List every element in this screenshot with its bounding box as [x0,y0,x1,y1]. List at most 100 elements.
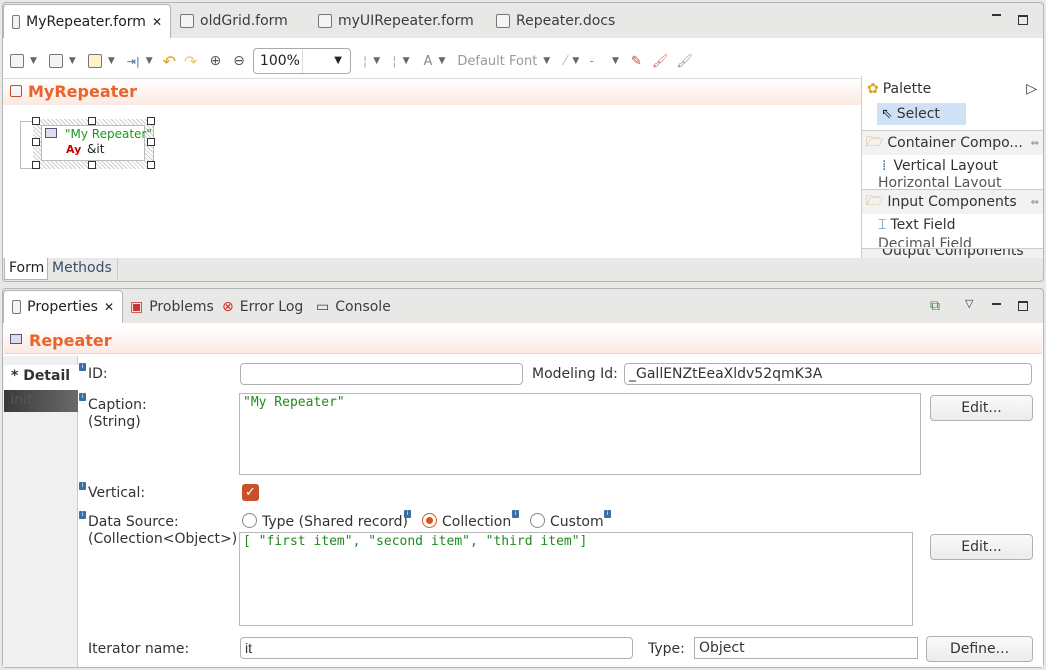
chevron-down-icon[interactable]: ▼ [69,56,76,66]
view-menu-icon[interactable]: ▽ [965,297,973,310]
palette-title: Palette [882,81,932,97]
zoom-out-icon[interactable]: ⊖ [233,53,245,69]
vertical-checkbox[interactable]: ✓ [242,484,259,501]
font-color-icon[interactable]: A [424,54,433,69]
palette-group-input[interactable]: 🗁 Input Components ⇔ [862,190,1043,214]
eyedropper-icon[interactable]: ✎ [631,54,642,69]
data-source-edit-button[interactable]: Edit... [930,534,1033,560]
border-icon[interactable]: ¦ [392,54,396,69]
editor-bottom-tab-methods[interactable]: Methods [48,258,118,280]
editor-bottom-tab-form[interactable]: Form [4,258,48,280]
item-label: Decimal Field [878,236,972,247]
zoom-combo[interactable]: 100% ▼ [252,48,351,74]
palette-item-horizontal-layout[interactable]: Horizontal Layout [862,175,1043,187]
spacing-icon[interactable]: ⇥| [127,55,140,68]
define-button[interactable]: Define... [926,636,1033,662]
chevron-down-icon[interactable]: ▼ [108,56,115,66]
repeater-caption: "My Repeater" [65,127,152,141]
radio-custom[interactable]: Custom [530,513,604,531]
layout-icon[interactable] [10,54,24,68]
palette-group-container[interactable]: 🗁 Container Compo... ⇔ [862,131,1043,155]
resize-handle[interactable] [32,117,40,125]
tab-label: MyRepeater.form [26,13,146,30]
line-style-icon[interactable]: - [589,54,594,69]
chevron-down-icon[interactable]: ▼ [403,56,410,66]
resize-handle[interactable] [147,138,155,146]
iterator-input[interactable] [240,637,633,659]
tab-repeater-docs[interactable]: Repeater.docs [488,6,623,36]
vertical-layout-icon: ⁞ [882,158,887,174]
tab-error-log[interactable]: ⊗ Error Log [214,292,311,322]
close-icon[interactable]: ✕ [152,15,162,29]
collapse-palette-icon[interactable]: ▷ [1026,81,1037,97]
radio-label: Custom [550,514,604,530]
minimize-button[interactable] [992,303,1001,305]
id-input[interactable] [240,363,523,385]
maximize-button[interactable] [1018,15,1028,25]
palette: ✿ Palette ▷ ⇖ Select 🗁 Container Compo... … [861,76,1043,258]
radio-shared-record[interactable]: Type (Shared record) [242,513,408,531]
tab-label: Repeater.docs [516,13,616,29]
tab-label: Problems [149,299,214,315]
maximize-button[interactable] [1018,301,1028,311]
chevron-down-icon[interactable]: ▼ [30,56,37,66]
properties-icon [12,300,22,314]
font-selector[interactable]: Default Font [457,54,537,69]
data-source-textarea[interactable]: [ "first item", "second item", "third it… [239,532,913,626]
resize-handle[interactable] [88,117,96,125]
line-color-icon[interactable]: ⁄ [564,54,566,69]
info-icon: i [79,363,86,371]
caption-textarea[interactable]: "My Repeater" [239,393,921,475]
undo-icon[interactable]: ↶ [163,52,176,71]
tab-oldgrid-form[interactable]: oldGrid.form [172,6,296,36]
repeater-widget[interactable]: "My Repeater" Ay &it [20,119,154,169]
zoom-in-icon[interactable]: ⊕ [209,53,221,69]
brush-icon[interactable]: 🖌 [652,54,669,69]
resize-handle[interactable] [147,117,155,125]
resize-handle[interactable] [32,138,40,146]
pin-icon[interactable]: ⇔ [1031,197,1039,208]
redo-icon[interactable]: ↷ [184,52,197,71]
tab-myrepeater-form[interactable]: MyRepeater.form ✕ [3,4,171,38]
align-icon[interactable] [48,54,63,68]
chevron-down-icon[interactable]: ▼ [301,49,350,73]
pin-view-icon[interactable]: ⧉ [930,298,940,314]
border-icon[interactable]: ¦ [363,54,367,69]
chevron-down-icon[interactable]: ▼ [373,56,380,66]
radio-collection[interactable]: Collection [422,513,511,531]
resize-handle[interactable] [32,161,40,169]
chevron-down-icon[interactable]: ▼ [572,56,579,66]
folder-icon: 🗁 [866,193,884,209]
form-title: MyRepeater [28,82,138,101]
size-icon[interactable] [87,54,102,68]
radio-label: Type (Shared record) [262,514,408,530]
palette-group-output[interactable]: Output Components [862,249,1043,258]
brush-gray-icon[interactable]: 🖌 [676,54,693,69]
tab-console[interactable]: ▭ Console [308,292,399,322]
pin-icon[interactable]: ⇔ [1031,138,1039,149]
side-tab-init[interactable]: Init [4,390,78,412]
side-tab-detail[interactable]: * Detail [4,365,78,390]
chevron-down-icon[interactable]: ▼ [438,56,445,66]
text-field-icon: ⌶ [878,217,887,233]
resize-handle[interactable] [88,161,96,169]
type-input[interactable]: Object [694,637,918,659]
resize-handle[interactable] [147,161,155,169]
chevron-down-icon[interactable]: ▼ [146,56,153,66]
chevron-down-icon[interactable]: ▼ [543,56,550,66]
folder-icon: 🗁 [866,134,884,150]
iterator-label: Iterator name: [88,641,190,657]
tab-properties[interactable]: Properties ✕ [3,290,123,323]
chevron-down-icon[interactable]: ▼ [612,56,619,66]
modeling-id-input[interactable]: _GallENZtEeaXldv52qmK3A [624,363,1032,385]
palette-item-text-field[interactable]: ⌶ Text Field [862,213,1043,237]
caption-edit-button[interactable]: Edit... [930,395,1033,421]
minimize-button[interactable] [992,14,1001,16]
info-icon: i [512,510,519,518]
palette-select[interactable]: ⇖ Select [877,103,966,125]
tab-problems[interactable]: ▣ Problems [122,292,222,322]
tab-myuirepeater-form[interactable]: myUIRepeater.form [310,6,482,36]
close-icon[interactable]: ✕ [104,300,114,314]
form-file-icon [180,14,194,28]
palette-item-decimal-field[interactable]: Decimal Field [862,236,1043,247]
